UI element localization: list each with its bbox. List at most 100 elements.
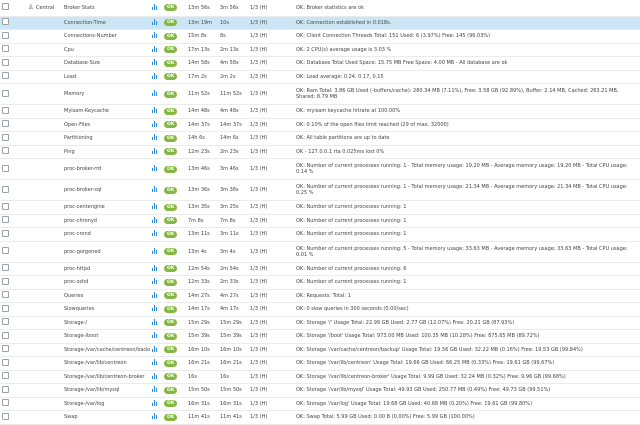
- row-select[interactable]: [0, 227, 12, 242]
- checkbox[interactable]: [2, 133, 9, 141]
- service-name[interactable]: Storage-/var/lib/centreon-broker: [62, 370, 150, 384]
- row-select[interactable]: [0, 262, 12, 276]
- service-name[interactable]: Load: [62, 70, 150, 84]
- graph-icon[interactable]: [152, 107, 157, 114]
- service-row[interactable]: Storage-/OK 15m 29s 15m 29s 1/3 (H) OK: Stor…: [0, 316, 640, 330]
- service-name[interactable]: Storage-/var/lib/mysql: [62, 383, 150, 398]
- checkbox[interactable]: [2, 372, 9, 380]
- service-name[interactable]: Memory: [62, 83, 150, 105]
- checkbox[interactable]: [2, 291, 9, 299]
- graph-cell[interactable]: [150, 56, 162, 71]
- service-name[interactable]: proc-httpd: [62, 262, 150, 276]
- row-select[interactable]: [0, 179, 12, 201]
- host-row[interactable]: ♙ Central Broker Stats OK 13m 56s 3m 56s…: [0, 0, 640, 17]
- graph-icon[interactable]: [152, 216, 157, 223]
- service-name[interactable]: Slowqueries: [62, 302, 150, 317]
- graph-icon[interactable]: [152, 3, 157, 10]
- service-name[interactable]: Storage-/: [62, 316, 150, 330]
- service-row[interactable]: proc-centengine OK 13m 35s 3m 25s 1/3 (H) OK:…: [0, 200, 640, 215]
- graph-icon[interactable]: [152, 399, 157, 406]
- graph-cell[interactable]: [150, 410, 162, 425]
- graph-cell[interactable]: [150, 158, 162, 180]
- graph-icon[interactable]: [152, 386, 157, 393]
- row-select[interactable]: [0, 356, 12, 371]
- checkbox[interactable]: [2, 358, 9, 366]
- row-select[interactable]: [0, 316, 12, 330]
- service-row[interactable]: Load OK 17m 2s 2m 2s 1/3 (H) OK: Load average…: [0, 70, 640, 84]
- checkbox[interactable]: [2, 399, 9, 407]
- service-row[interactable]: Connection-Time OK 13m 19m 10s 1/3 (H) OK: Co…: [0, 16, 640, 30]
- checkbox[interactable]: [2, 345, 9, 353]
- row-select[interactable]: [0, 214, 12, 228]
- service-row[interactable]: proc-gorgoned OK 13m 4s 3m 4s 1/3 (H) OK: Num…: [0, 241, 640, 263]
- service-name[interactable]: Connections-Number: [62, 29, 150, 44]
- service-name[interactable]: Open-Files: [62, 118, 150, 132]
- graph-cell[interactable]: [150, 70, 162, 84]
- graph-cell[interactable]: [150, 43, 162, 57]
- service-row[interactable]: Storage-/var/lib/centreon-broker OK 16s 16s…: [0, 370, 640, 384]
- checkbox[interactable]: [2, 120, 9, 128]
- checkbox[interactable]: [2, 185, 9, 193]
- graph-cell[interactable]: [150, 275, 162, 290]
- service-name[interactable]: Broker Stats: [62, 0, 150, 17]
- graph-cell[interactable]: [150, 397, 162, 411]
- service-name[interactable]: proc-broker-sql: [62, 179, 150, 201]
- graph-icon[interactable]: [152, 32, 157, 39]
- checkbox[interactable]: [2, 331, 9, 339]
- service-name[interactable]: Storage-/boot: [62, 329, 150, 344]
- graph-icon[interactable]: [152, 147, 157, 154]
- checkbox[interactable]: [2, 3, 9, 11]
- graph-cell[interactable]: [150, 16, 162, 30]
- graph-icon[interactable]: [152, 247, 157, 254]
- service-row[interactable]: Partitioning OK 14h 6s 14m 6s 1/3 (H) OK: All…: [0, 131, 640, 146]
- row-select[interactable]: [0, 56, 12, 71]
- service-name[interactable]: Cpu: [62, 43, 150, 57]
- row-select[interactable]: [0, 275, 12, 290]
- graph-cell[interactable]: [150, 329, 162, 344]
- graph-icon[interactable]: [152, 413, 157, 420]
- row-select[interactable]: [0, 118, 12, 132]
- service-name[interactable]: Ping: [62, 145, 150, 159]
- row-select[interactable]: [0, 343, 12, 357]
- graph-icon[interactable]: [152, 186, 157, 192]
- service-name[interactable]: Myisam-Keycache: [62, 104, 150, 119]
- service-name[interactable]: Partitioning: [62, 131, 150, 146]
- checkbox[interactable]: [2, 318, 9, 326]
- row-select[interactable]: [0, 200, 12, 215]
- service-row[interactable]: Database-Size OK 14m 58s 4m 58s 1/3 (H) OK: D…: [0, 56, 640, 71]
- checkbox[interactable]: [2, 412, 9, 420]
- row-select[interactable]: [0, 16, 12, 30]
- row-select[interactable]: [0, 0, 12, 17]
- service-row[interactable]: proc-crond OK 13m 11s 3m 11s 1/3 (H) OK: Numb…: [0, 227, 640, 242]
- graph-cell[interactable]: [150, 29, 162, 44]
- graph-cell[interactable]: [150, 316, 162, 330]
- checkbox[interactable]: [2, 264, 9, 272]
- graph-cell[interactable]: [150, 179, 162, 201]
- service-row[interactable]: Myisam-Keycache OK 14m 48s 4m 48s 1/3 (H) OK:…: [0, 104, 640, 119]
- service-name[interactable]: Storage-/var/log: [62, 397, 150, 411]
- service-row[interactable]: Storage-/var/cache/centreon/backup OK 16m …: [0, 343, 640, 357]
- graph-cell[interactable]: [150, 118, 162, 132]
- service-row[interactable]: Cpu OK 17m 13s 2m 13s 1/3 (H) OK: 2 CPU(s) av…: [0, 43, 640, 57]
- graph-cell[interactable]: [150, 0, 162, 17]
- service-row[interactable]: Storage-/var/log OK 16m 31s 16m 31s 1/3 (H) O…: [0, 397, 640, 411]
- service-row[interactable]: Open-Files OK 14m 37s 14m 37s 1/3 (H) OK: 0.1…: [0, 118, 640, 132]
- graph-icon[interactable]: [152, 45, 157, 52]
- checkbox[interactable]: [2, 164, 9, 172]
- checkbox[interactable]: [2, 229, 9, 237]
- graph-icon[interactable]: [152, 165, 157, 171]
- checkbox[interactable]: [2, 72, 9, 80]
- checkbox[interactable]: [2, 106, 9, 114]
- row-select[interactable]: [0, 397, 12, 411]
- service-row[interactable]: Storage-/var/lib/mysql OK 15m 50s 15m 50s 1/…: [0, 383, 640, 398]
- graph-cell[interactable]: [150, 302, 162, 317]
- row-select[interactable]: [0, 158, 12, 180]
- service-row[interactable]: proc-httpd OK 12m 54s 2m 54s 1/3 (H) OK: Numb…: [0, 262, 640, 276]
- service-row[interactable]: Storage-/var/lib/centreon OK 16m 21s 16m 21…: [0, 356, 640, 371]
- service-row[interactable]: proc-broker-rrd OK 13m 46s 3m 46s 1/3 (H) OK:…: [0, 158, 640, 180]
- service-name[interactable]: Connection-Time: [62, 16, 150, 30]
- service-row[interactable]: proc-chronyd OK 7m 8s 7m 8s 1/3 (H) OK: Numbe…: [0, 214, 640, 228]
- checkbox[interactable]: [2, 45, 9, 53]
- checkbox[interactable]: [2, 202, 9, 210]
- service-row[interactable]: Slowqueries OK 14m 17s 4m 17s 1/3 (H) OK: 0 s…: [0, 302, 640, 317]
